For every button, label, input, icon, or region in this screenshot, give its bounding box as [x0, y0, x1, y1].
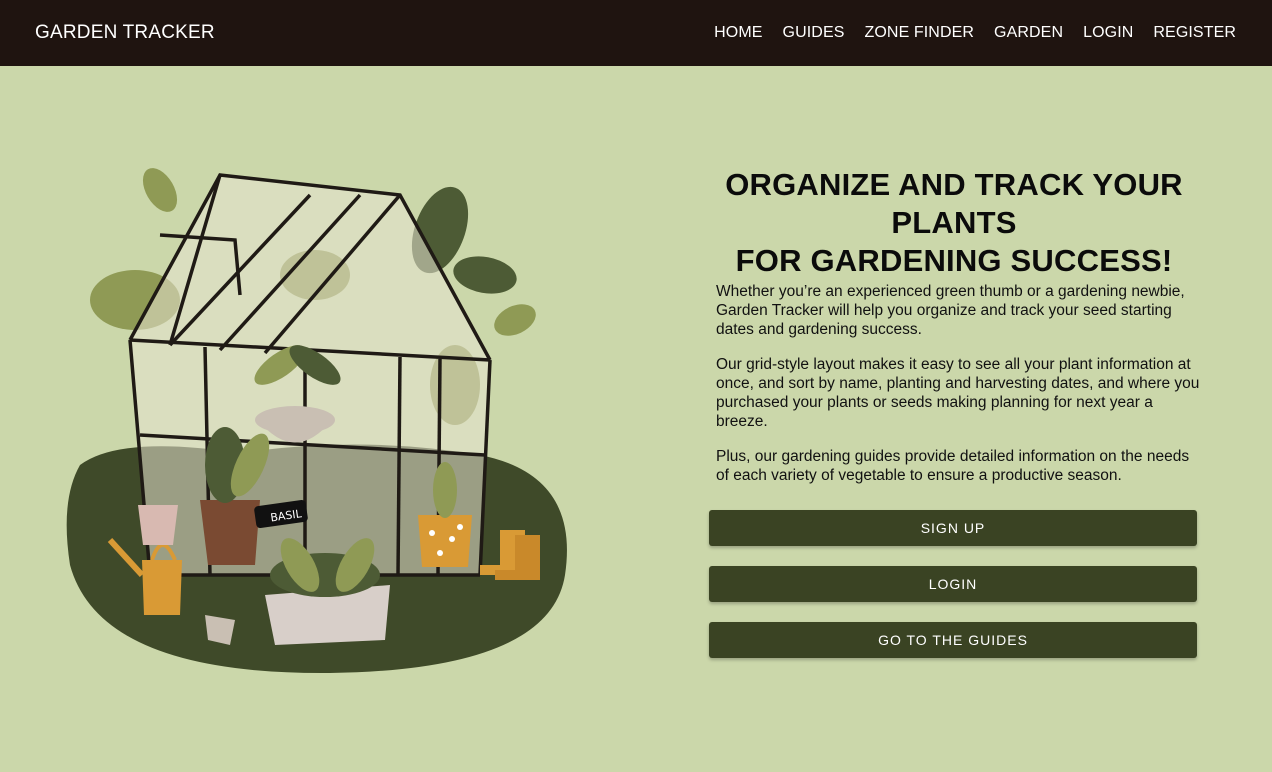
greenhouse-image: BASIL [66, 168, 567, 674]
nav-link-home[interactable]: HOME [714, 24, 762, 42]
brand-logo-text[interactable]: GARDEN TRACKER [35, 22, 215, 44]
sign-up-button[interactable]: SIGN UP [709, 510, 1197, 546]
nav-link-garden[interactable]: GARDEN [994, 24, 1063, 42]
hero-description: Whether you’re an experienced green thum… [716, 282, 1206, 501]
greenhouse-illustration: BASIL [60, 135, 580, 680]
hero-paragraph-intro: Whether you’re an experienced green thum… [716, 283, 1185, 338]
hero-headline-line-2: FOR GARDENING SUCCESS! [735, 243, 1173, 278]
top-navbar: GARDEN TRACKER HOME GUIDES ZONE FINDER G… [0, 0, 1272, 66]
nav-link-register[interactable]: REGISTER [1153, 24, 1236, 42]
hero-headline-line-1: ORGANIZE AND TRACK YOUR PLANTS [725, 167, 1183, 240]
nav-link-zone-finder[interactable]: ZONE FINDER [865, 24, 975, 42]
hero-headline: ORGANIZE AND TRACK YOUR PLANTS FOR GARDE… [660, 166, 1248, 280]
nav-link-login[interactable]: LOGIN [1083, 24, 1133, 42]
login-button[interactable]: LOGIN [709, 566, 1197, 602]
hero-paragraph-grid: Our grid-style layout makes it easy to s… [716, 356, 1200, 430]
go-to-guides-button[interactable]: GO TO THE GUIDES [709, 622, 1197, 658]
nav-links: HOME GUIDES ZONE FINDER GARDEN LOGIN REG… [714, 24, 1236, 42]
hero-paragraph-guides: Plus, our gardening guides provide detai… [716, 448, 1190, 484]
nav-link-guides[interactable]: GUIDES [783, 24, 845, 42]
